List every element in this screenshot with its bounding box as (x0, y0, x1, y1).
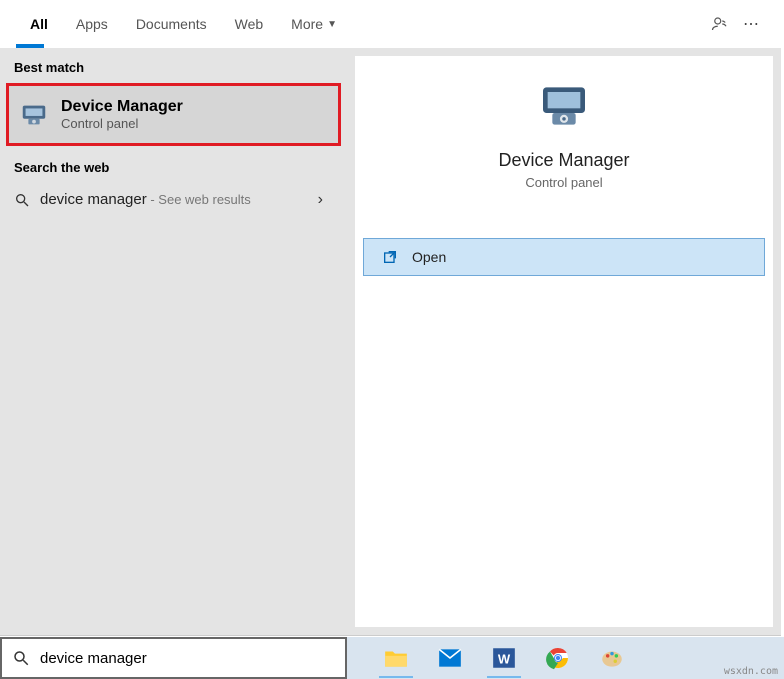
best-match-text: Device Manager Control panel (61, 98, 183, 131)
search-web-label: Search the web (0, 148, 347, 181)
more-icon[interactable]: ⋯ (743, 14, 759, 34)
tab-more-label: More (291, 16, 323, 32)
open-action[interactable]: Open (363, 238, 765, 276)
web-result-hint: - See web results (147, 192, 251, 207)
device-manager-large-icon (534, 76, 594, 136)
preview-title: Device Manager (498, 150, 629, 171)
web-result-row[interactable]: device manager - See web results › (0, 181, 347, 219)
watermark: wsxdn.com (724, 666, 778, 677)
chevron-right-icon: › (318, 191, 333, 209)
tab-apps[interactable]: Apps (62, 0, 122, 48)
search-box[interactable] (0, 637, 347, 679)
best-match-label: Best match (0, 48, 347, 81)
preview-column: Device Manager Control panel Open (355, 56, 773, 627)
open-icon (382, 249, 398, 265)
feedback-icon[interactable] (711, 15, 729, 33)
tabs-right: ⋯ (711, 14, 781, 34)
search-icon (12, 649, 30, 667)
tab-documents[interactable]: Documents (122, 0, 221, 48)
open-label: Open (412, 249, 446, 265)
filter-tabs: All Apps Documents Web More ▼ ⋯ (0, 0, 781, 48)
svg-text:W: W (498, 651, 511, 666)
chevron-down-icon: ▼ (327, 19, 337, 30)
search-icon (14, 192, 30, 208)
preview-header: Device Manager Control panel (355, 56, 773, 190)
tab-all[interactable]: All (16, 0, 62, 48)
web-result-text: device manager - See web results (40, 191, 251, 209)
results-column: Best match Device Manager Control panel … (0, 48, 347, 635)
bottom-row: W wsxdn.com (0, 637, 784, 679)
search-input[interactable] (40, 650, 335, 667)
action-list: Open (355, 238, 773, 276)
web-result-query: device manager (40, 191, 147, 208)
search-panel: All Apps Documents Web More ▼ ⋯ Best mat… (0, 0, 781, 636)
tab-more[interactable]: More ▼ (277, 0, 351, 48)
tab-web[interactable]: Web (221, 0, 278, 48)
best-match-item[interactable]: Device Manager Control panel (6, 83, 341, 146)
body-row: Best match Device Manager Control panel … (0, 48, 781, 635)
taskbar-file-explorer[interactable] (375, 638, 417, 678)
preview-subtitle: Control panel (525, 175, 602, 190)
taskbar-paint[interactable] (591, 638, 633, 678)
taskbar: W wsxdn.com (347, 637, 784, 679)
best-match-title: Device Manager (61, 98, 183, 116)
device-manager-icon (19, 100, 49, 130)
best-match-subtitle: Control panel (61, 116, 183, 131)
taskbar-word[interactable]: W (483, 638, 525, 678)
taskbar-mail[interactable] (429, 638, 471, 678)
taskbar-chrome[interactable] (537, 638, 579, 678)
